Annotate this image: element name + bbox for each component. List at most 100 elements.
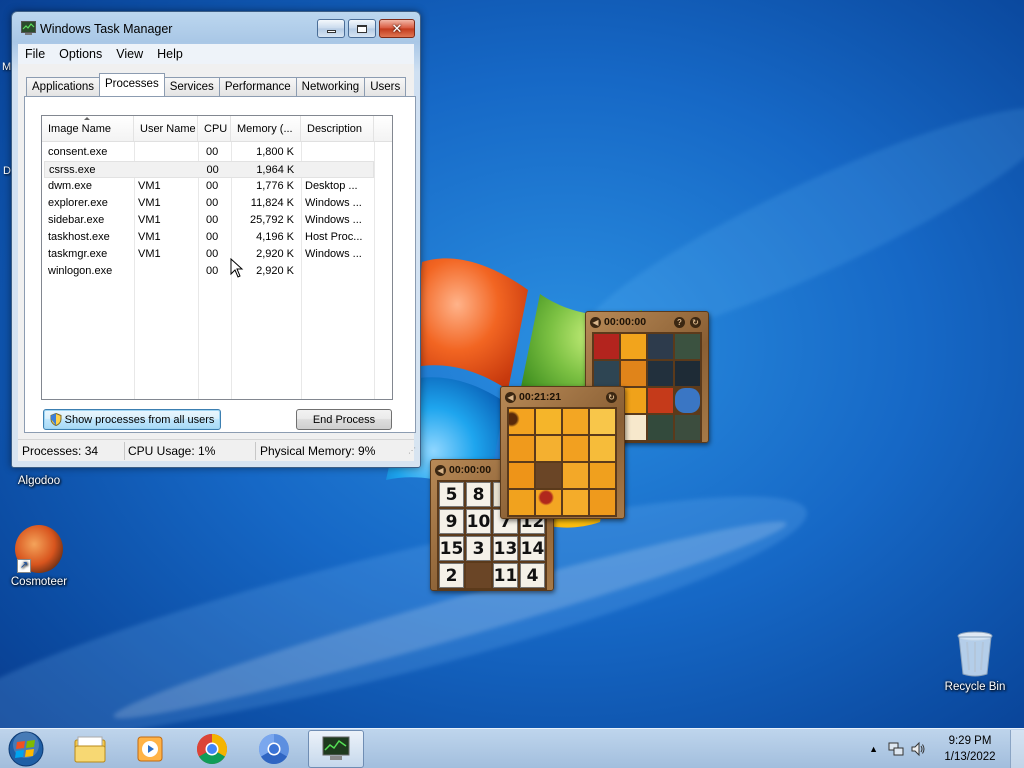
puzzle-tile[interactable] <box>648 361 673 386</box>
close-button[interactable]: ✕ <box>379 19 415 38</box>
desktop-icon-algodoo[interactable]: Algodoo <box>2 475 76 487</box>
taskbar-chromium[interactable] <box>246 730 302 768</box>
process-cpu: 00 <box>206 164 219 176</box>
title-bar[interactable]: Windows Task Manager ✕ <box>12 12 420 44</box>
puzzle-tile[interactable] <box>563 463 588 488</box>
show-hidden-icons-icon[interactable]: ▲ <box>869 744 878 754</box>
puzzle-tile[interactable] <box>536 436 561 461</box>
puzzle-tile[interactable] <box>563 409 588 434</box>
number-tile[interactable]: 8 <box>466 482 491 507</box>
number-tile[interactable]: 10 <box>466 509 491 534</box>
puzzle-tile[interactable] <box>536 490 561 515</box>
show-desktop-button[interactable] <box>1010 730 1024 768</box>
process-row[interactable]: taskmgr.exe VM1 00 2,920 K Windows ... <box>44 246 374 263</box>
tab-services[interactable]: Services <box>163 77 220 96</box>
puzzle-tile[interactable] <box>590 436 615 461</box>
process-row[interactable]: sidebar.exe VM1 00 25,792 K Windows ... <box>44 212 374 229</box>
number-tile[interactable]: 5 <box>439 482 464 507</box>
number-tile[interactable]: 4 <box>520 563 545 588</box>
number-tile[interactable]: 3 <box>466 536 491 561</box>
puzzle-tile[interactable] <box>590 490 615 515</box>
puzzle-tile[interactable] <box>509 463 534 488</box>
gadget-menu-icon[interactable]: ◀ <box>505 391 516 403</box>
taskbar-chrome[interactable] <box>184 730 240 768</box>
desktop-icon-cosmoteer[interactable]: ↗ Cosmoteer <box>2 525 76 588</box>
column-cpu[interactable]: CPU <box>198 116 231 141</box>
process-cpu: 00 <box>206 248 219 260</box>
maximize-button[interactable] <box>348 19 376 38</box>
process-row[interactable]: taskhost.exe VM1 00 4,196 K Host Proc... <box>44 229 374 246</box>
puzzle-tile[interactable] <box>648 334 673 359</box>
process-list[interactable]: Image Name User Name CPU Memory (... Des… <box>41 115 393 400</box>
system-tray: ▲ 9:29 PM 1/13/2022 <box>869 729 1024 768</box>
column-user-name[interactable]: User Name <box>134 116 198 141</box>
puzzle-tile[interactable] <box>509 436 534 461</box>
tab-performance[interactable]: Performance <box>218 77 297 96</box>
show-all-processes-button[interactable]: Show processes from all users <box>43 409 221 430</box>
end-process-button[interactable]: End Process <box>296 409 392 430</box>
number-tile[interactable]: 14 <box>520 536 545 561</box>
gadget-menu-icon[interactable]: ◀ <box>590 316 601 328</box>
gadget-menu-icon[interactable]: ◀ <box>435 464 446 476</box>
network-icon[interactable] <box>888 741 904 757</box>
menu-options[interactable]: Options <box>52 47 109 61</box>
puzzle-tile[interactable] <box>675 334 700 359</box>
process-row[interactable]: explorer.exe VM1 00 11,824 K Windows ... <box>44 195 374 212</box>
number-tile[interactable]: 9 <box>439 509 464 534</box>
taskbar-explorer[interactable] <box>62 730 118 768</box>
tab-applications[interactable]: Applications <box>26 77 101 96</box>
process-user-name <box>134 144 198 161</box>
process-cpu: 00 <box>206 146 219 158</box>
puzzle-tile[interactable] <box>594 334 619 359</box>
puzzle-tile[interactable] <box>590 463 615 488</box>
puzzle-tile[interactable] <box>675 388 700 413</box>
tab-networking[interactable]: Networking <box>295 77 366 96</box>
menu-file[interactable]: File <box>18 47 52 61</box>
tab-processes[interactable]: Processes <box>99 73 165 96</box>
process-row[interactable]: consent.exe 00 1,800 K <box>44 144 374 161</box>
volume-icon[interactable] <box>910 741 926 757</box>
puzzle-tile[interactable] <box>648 415 673 440</box>
process-user-name: VM1 <box>138 197 161 209</box>
puzzle-tile[interactable] <box>675 361 700 386</box>
resize-grip-icon[interactable]: ⋰ <box>404 442 416 460</box>
puzzle-tile[interactable] <box>563 490 588 515</box>
gadget-timer: 00:00:00 <box>604 316 647 328</box>
column-description[interactable]: Description <box>301 116 374 141</box>
start-button[interactable] <box>6 730 46 768</box>
puzzle-tile[interactable] <box>590 409 615 434</box>
process-row[interactable]: dwm.exe VM1 00 1,776 K Desktop ... <box>44 178 374 195</box>
column-image-name[interactable]: Image Name <box>42 116 134 141</box>
number-tile[interactable]: 13 <box>493 536 518 561</box>
help-icon[interactable]: ? <box>674 316 685 328</box>
process-row[interactable]: winlogon.exe 00 2,920 K <box>44 263 374 280</box>
status-physical-memory: Physical Memory: 9% <box>260 443 376 458</box>
process-description: Windows ... <box>305 248 362 260</box>
number-tile[interactable]: 11 <box>493 563 518 588</box>
settings-icon[interactable]: ↻ <box>690 316 701 328</box>
puzzle-tile[interactable] <box>675 415 700 440</box>
number-tile[interactable]: 2 <box>439 563 464 588</box>
minimize-button[interactable] <box>317 19 345 38</box>
puzzle-tile[interactable] <box>509 490 534 515</box>
puzzle-tile[interactable] <box>509 409 534 434</box>
number-tile[interactable]: 15 <box>439 536 464 561</box>
settings-icon[interactable]: ↻ <box>606 391 617 403</box>
puzzle-tile[interactable] <box>536 409 561 434</box>
puzzle-tile[interactable] <box>648 388 673 413</box>
taskbar-media-player[interactable] <box>122 730 178 768</box>
picture-puzzle-gadget-front[interactable]: ◀ 00:21:21 ↻ <box>500 386 625 519</box>
puzzle-tile[interactable] <box>621 334 646 359</box>
puzzle-tile[interactable] <box>621 361 646 386</box>
task-manager-window[interactable]: Windows Task Manager ✕ File Options View… <box>11 11 421 468</box>
menu-help[interactable]: Help <box>150 47 190 61</box>
taskbar-task-manager[interactable] <box>308 730 364 768</box>
process-row[interactable]: csrss.exe 00 1,964 K <box>44 161 374 178</box>
puzzle-tile[interactable] <box>594 361 619 386</box>
clock[interactable]: 9:29 PM 1/13/2022 <box>938 733 1002 765</box>
tab-users[interactable]: Users <box>364 77 407 96</box>
menu-view[interactable]: View <box>109 47 150 61</box>
desktop-icon-recycle-bin[interactable]: Recycle Bin <box>938 630 1012 693</box>
puzzle-tile[interactable] <box>563 436 588 461</box>
column-memory[interactable]: Memory (... <box>231 116 301 141</box>
